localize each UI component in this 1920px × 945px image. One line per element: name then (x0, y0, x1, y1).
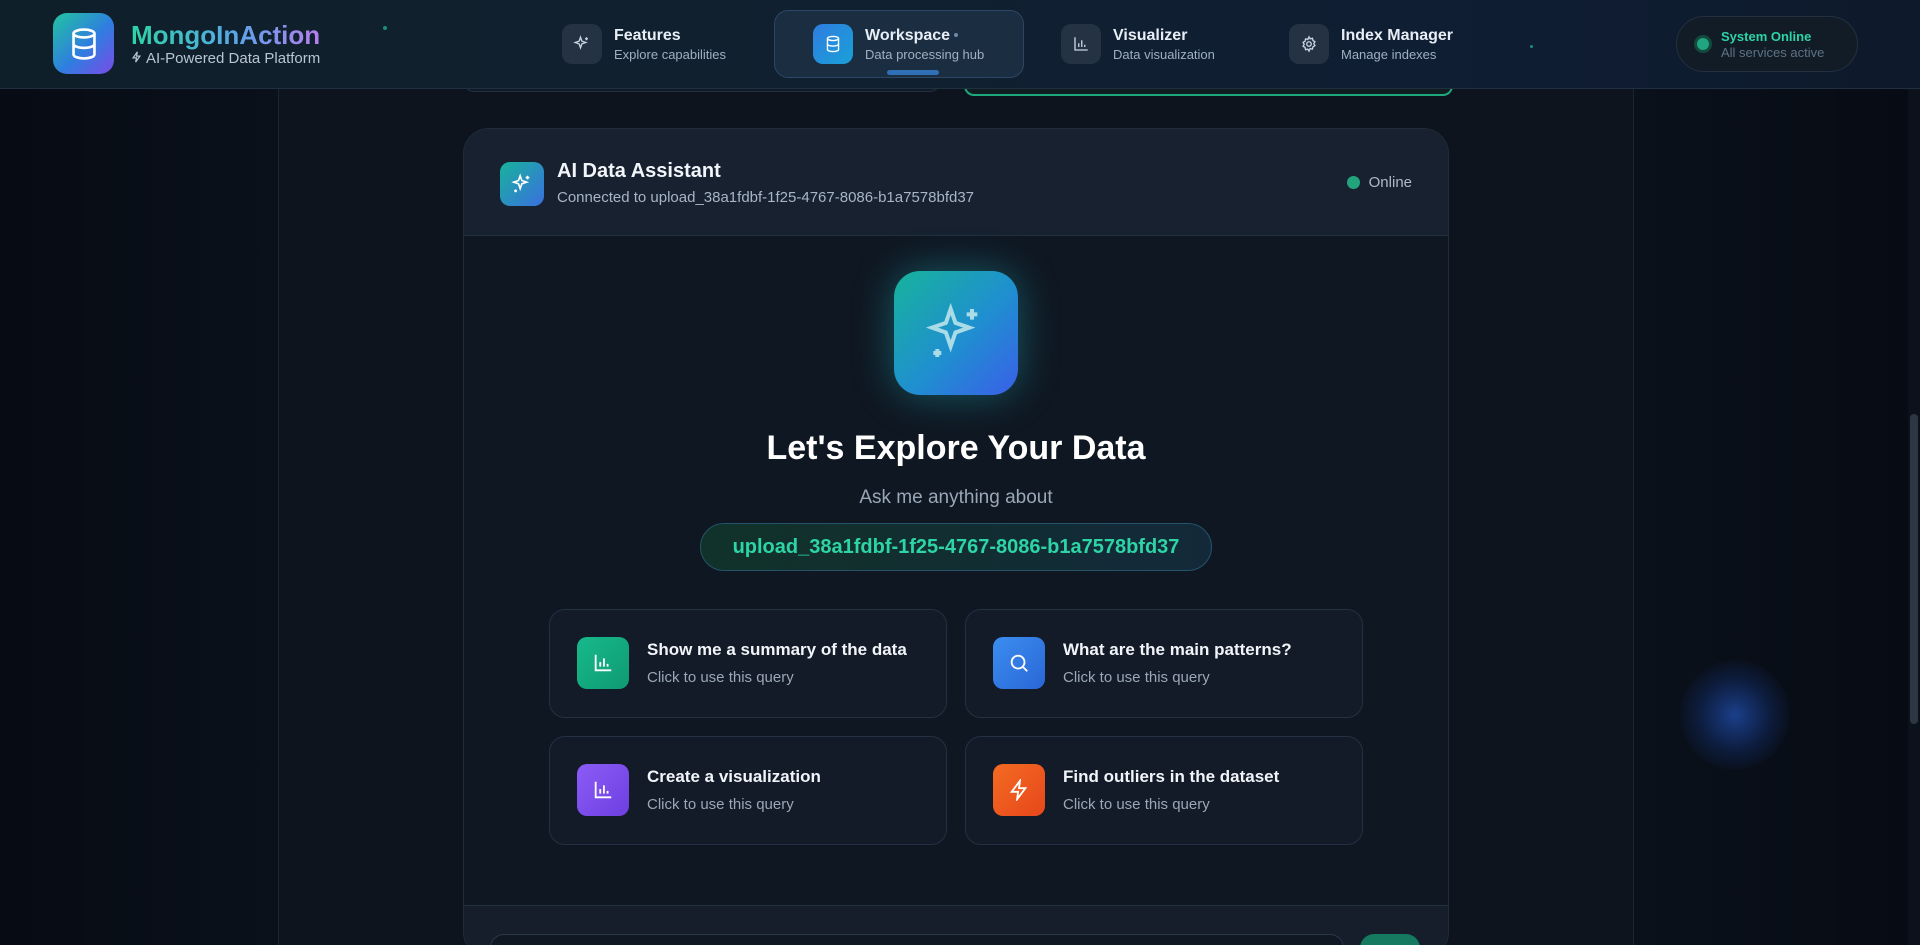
background-left (0, 0, 278, 945)
database-icon (813, 24, 853, 64)
bar-chart-icon (1061, 24, 1101, 64)
nav-features[interactable]: Features Explore capabilities (562, 10, 726, 78)
query-suggestion-outliers[interactable]: Find outliers in the dataset Click to us… (965, 736, 1363, 845)
status-subtitle: All services active (1721, 44, 1825, 60)
lightning-icon (131, 50, 142, 67)
nav-features-title: Features (614, 26, 681, 44)
nav-workspace-title: Workspace (865, 26, 951, 44)
nav-visualizer-title: Visualizer (1113, 26, 1188, 44)
system-status-badge: System Online All services active (1676, 16, 1858, 72)
page-scrollbar[interactable] (1908, 0, 1920, 945)
nav-workspace-subtitle: Data processing hub (865, 46, 985, 62)
query-hint: Click to use this query (1063, 796, 1210, 813)
status-title: System Online (1721, 28, 1812, 44)
scrollbar-thumb[interactable] (1910, 414, 1918, 724)
assistant-status: Online (1346, 174, 1412, 191)
database-logo-icon[interactable] (53, 13, 114, 74)
query-suggestion-patterns[interactable]: What are the main patterns? Click to use… (965, 609, 1363, 718)
background-right (1634, 0, 1920, 945)
nav-visualizer[interactable]: Visualizer Data visualization (1061, 10, 1215, 78)
brand-subtitle: AI-Powered Data Platform (131, 50, 320, 67)
query-suggestion-visualization[interactable]: Create a visualization Click to use this… (549, 736, 947, 845)
top-navigation-bar: MongoInAction AI-Powered Data Platform F… (0, 0, 1920, 89)
chat-input-area (464, 905, 1448, 945)
query-hint: Click to use this query (1063, 669, 1210, 686)
assistant-header: AI Data Assistant Connected to upload_38… (464, 129, 1448, 236)
brand-subtitle-text: AI-Powered Data Platform (146, 50, 321, 67)
nav-features-subtitle: Explore capabilities (614, 46, 727, 62)
active-tab-indicator (887, 70, 939, 75)
online-dot (1346, 176, 1360, 189)
gear-icon (1289, 24, 1329, 64)
lightning-icon (993, 764, 1045, 816)
ai-assistant-panel: AI Data Assistant Connected to upload_38… (463, 128, 1449, 945)
assistant-status-text: Online (1368, 174, 1412, 191)
search-icon (993, 637, 1045, 689)
active-dot (954, 33, 959, 38)
chat-input[interactable] (490, 934, 1344, 945)
bar-chart-icon (577, 764, 629, 816)
query-hint: Click to use this query (647, 796, 794, 813)
send-button[interactable] (1360, 934, 1420, 945)
assistant-connection: Connected to upload_38a1fdbf-1f25-4767-8… (557, 189, 975, 206)
query-title: What are the main patterns? (1063, 640, 1292, 659)
assistant-title: AI Data Assistant (557, 160, 721, 182)
query-title: Find outliers in the dataset (1063, 767, 1280, 786)
sparkles-icon (500, 162, 544, 206)
nav-index-manager-title: Index Manager (1341, 26, 1454, 44)
hero-subtitle: Ask me anything about (859, 487, 1053, 508)
decorative-glow (1680, 660, 1790, 770)
brand-title[interactable]: MongoInAction (131, 20, 320, 51)
nav-visualizer-subtitle: Data visualization (1113, 46, 1215, 62)
query-hint: Click to use this query (647, 669, 794, 686)
sparkles-icon (562, 24, 602, 64)
status-indicator-dot (1697, 38, 1709, 50)
decorative-dot (383, 26, 387, 30)
nav-index-manager[interactable]: Index Manager Manage indexes (1289, 10, 1453, 78)
nav-workspace[interactable]: Workspace Data processing hub (774, 10, 1024, 78)
bar-chart-icon (577, 637, 629, 689)
hero-title: Let's Explore Your Data (766, 429, 1146, 467)
dataset-name-badge: upload_38a1fdbf-1f25-4767-8086-b1a7578bf… (700, 523, 1212, 571)
query-title: Create a visualization (647, 767, 821, 786)
nav-index-manager-subtitle: Manage indexes (1341, 46, 1437, 62)
query-title: Show me a summary of the data (647, 640, 907, 659)
decorative-dot (1530, 45, 1533, 48)
sparkles-icon (894, 271, 1018, 395)
query-suggestion-summary[interactable]: Show me a summary of the data Click to u… (549, 609, 947, 718)
